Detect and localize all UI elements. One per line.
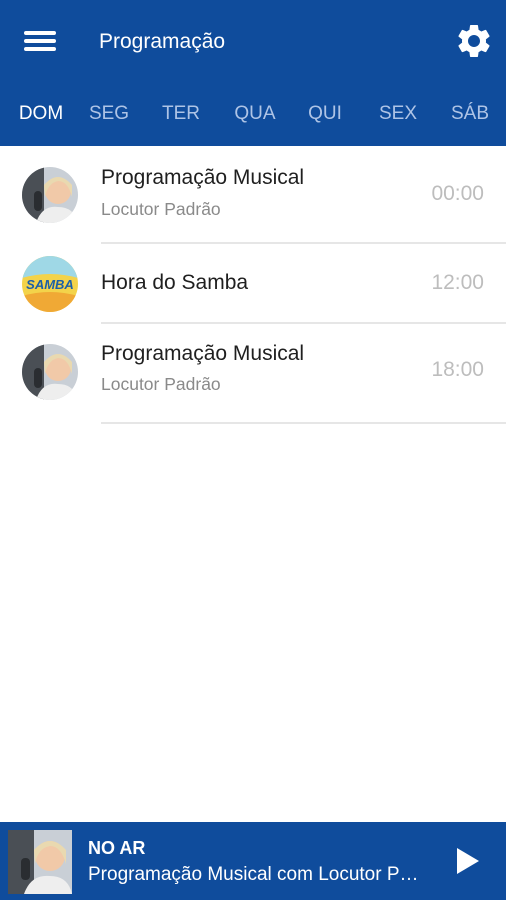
schedule-item[interactable]: Programação Musical Locutor Padrão 18:00 (22, 324, 506, 424)
now-playing-title: Programação Musical com Locutor Padrão (88, 864, 428, 885)
play-button[interactable] (452, 846, 482, 876)
program-title: Programação Musical (101, 166, 305, 189)
day-tabs: DOM SEG TER QUA QUI SEX SÁB (0, 92, 506, 136)
tab-seg[interactable]: SEG (89, 92, 129, 136)
tab-qua[interactable]: QUA (234, 92, 275, 136)
tab-dom[interactable]: DOM (19, 92, 63, 136)
program-time: 00:00 (431, 182, 484, 205)
tab-sab[interactable]: SÁB (451, 92, 489, 136)
play-icon (457, 848, 479, 874)
host-avatar (22, 344, 78, 400)
program-time: 18:00 (431, 358, 484, 381)
page-title: Programação (99, 30, 226, 53)
program-host: Locutor Padrão (101, 199, 221, 219)
program-host: Locutor Padrão (101, 374, 221, 394)
menu-button[interactable] (24, 28, 56, 54)
schedule-item[interactable]: SAMBA Hora do Samba 12:00 (22, 244, 506, 324)
samba-logo-avatar: SAMBA (22, 256, 78, 312)
schedule-item[interactable]: Programação Musical Locutor Padrão 00:00 (22, 146, 506, 244)
app-bar: Programação DOM SEG TER QUA QUI SEX SÁB (0, 0, 506, 146)
program-title: Hora do Samba (101, 271, 249, 294)
tab-ter[interactable]: TER (162, 92, 200, 136)
tab-sex[interactable]: SEX (379, 92, 417, 136)
settings-button[interactable] (454, 21, 494, 61)
program-title: Programação Musical (101, 342, 305, 365)
host-avatar (22, 167, 78, 223)
now-playing-bar[interactable]: NO AR Programação Musical com Locutor Pa… (0, 822, 506, 900)
svg-text:SAMBA: SAMBA (26, 277, 74, 292)
on-air-label: NO AR (88, 838, 146, 858)
now-playing-artwork (8, 830, 72, 894)
schedule-list: Programação Musical Locutor Padrão 00:00… (0, 146, 506, 424)
hamburger-menu-icon (24, 31, 56, 35)
program-time: 12:00 (431, 271, 484, 294)
gear-icon (458, 24, 490, 57)
tab-qui[interactable]: QUI (308, 92, 342, 136)
